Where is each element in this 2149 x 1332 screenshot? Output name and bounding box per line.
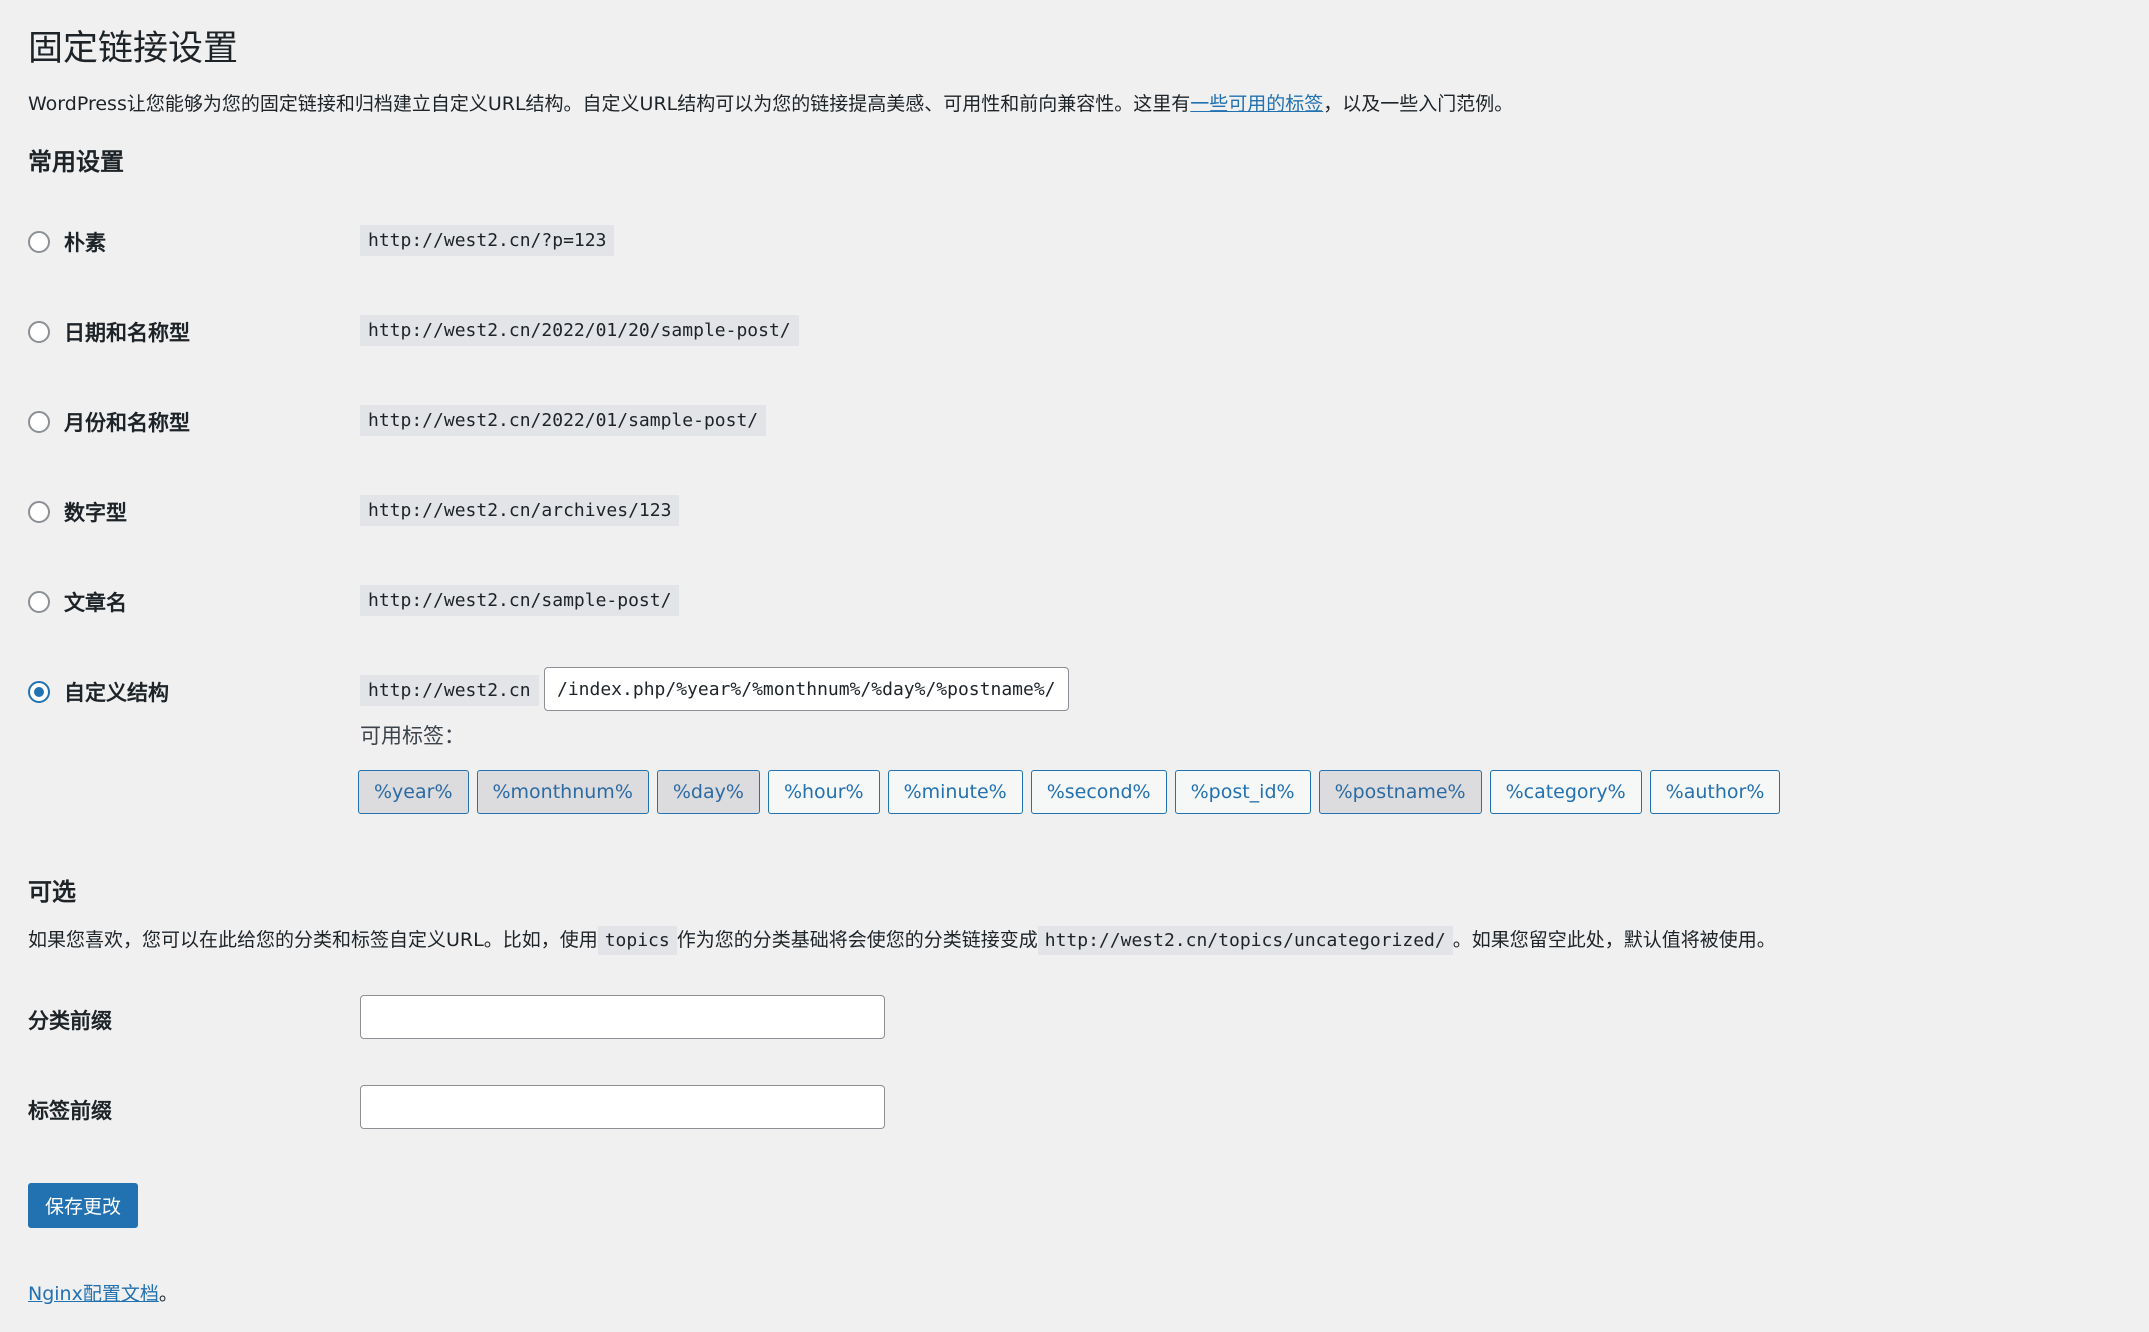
option-label: 文章名 <box>64 591 127 615</box>
tag-post-id-button[interactable]: %post_id% <box>1174 770 1311 814</box>
available-tags: %year% %monthnum% %day% %hour% %minute% … <box>358 770 1781 814</box>
example-url: http://west2.cn/archives/123 <box>360 495 680 526</box>
intro-text: WordPress让您能够为您的固定链接和归档建立自定义URL结构。自定义URL… <box>28 89 1513 116</box>
custom-base-url: http://west2.cn <box>360 675 539 706</box>
radio-post-name[interactable] <box>28 591 50 613</box>
category-base-input[interactable] <box>360 995 885 1039</box>
tag-category-button[interactable]: %category% <box>1489 770 1642 814</box>
available-tags-link[interactable]: 一些可用的标签 <box>1190 93 1323 115</box>
tag-monthnum-button[interactable]: %monthnum% <box>476 770 649 814</box>
example-url: http://west2.cn/2022/01/20/sample-post/ <box>360 315 799 346</box>
desc-part: 如果您喜欢，您可以在此给您的分类和标签自定义URL。比如，使用 <box>28 929 598 951</box>
available-tags-label: 可用标签： <box>360 724 465 748</box>
option-post-name[interactable]: 文章名 <box>28 582 127 622</box>
option-day-name[interactable]: 日期和名称型 <box>28 312 190 352</box>
desc-part: 。如果您留空此处，默认值将被使用。 <box>1452 929 1776 951</box>
category-base-label: 分类前缀 <box>28 1009 112 1033</box>
save-button[interactable]: 保存更改 <box>28 1183 139 1228</box>
custom-structure-input[interactable] <box>544 667 1069 711</box>
radio-month-name[interactable] <box>28 411 50 433</box>
option-label: 数字型 <box>64 501 127 525</box>
example-url: http://west2.cn/2022/01/sample-post/ <box>360 405 767 436</box>
option-plain[interactable]: 朴素 <box>28 222 106 262</box>
tag-base-input[interactable] <box>360 1085 885 1129</box>
desc-code: topics <box>597 926 677 955</box>
footer-after: 。 <box>158 1283 178 1305</box>
option-label: 月份和名称型 <box>64 411 190 435</box>
option-label: 朴素 <box>64 231 106 255</box>
tag-day-button[interactable]: %day% <box>656 770 760 814</box>
intro-before: WordPress让您能够为您的固定链接和归档建立自定义URL结构。自定义URL… <box>28 93 1191 115</box>
tag-author-button[interactable]: %author% <box>1649 770 1781 814</box>
example-url: http://west2.cn/?p=123 <box>360 225 615 256</box>
tag-hour-button[interactable]: %hour% <box>767 770 880 814</box>
common-settings-heading: 常用设置 <box>28 148 124 176</box>
option-month-name[interactable]: 月份和名称型 <box>28 402 190 442</box>
radio-plain[interactable] <box>28 231 50 253</box>
example-url: http://west2.cn/sample-post/ <box>360 585 680 616</box>
optional-heading: 可选 <box>28 878 76 906</box>
desc-code: http://west2.cn/topics/uncategorized/ <box>1037 926 1453 955</box>
intro-after: ，以及一些入门范例。 <box>1323 93 1514 115</box>
option-label: 自定义结构 <box>64 681 169 705</box>
option-custom[interactable]: 自定义结构 <box>28 672 169 712</box>
footer-text: Nginx配置文档。 <box>28 1279 178 1306</box>
desc-part: 作为您的分类基础将会使您的分类链接变成 <box>676 929 1038 951</box>
nginx-doc-link[interactable]: Nginx配置文档 <box>28 1283 159 1305</box>
option-numeric[interactable]: 数字型 <box>28 492 127 532</box>
radio-custom[interactable] <box>28 681 50 703</box>
tag-second-button[interactable]: %second% <box>1030 770 1167 814</box>
radio-day-name[interactable] <box>28 321 50 343</box>
tag-postname-button[interactable]: %postname% <box>1318 770 1482 814</box>
option-label: 日期和名称型 <box>64 321 190 345</box>
radio-numeric[interactable] <box>28 501 50 523</box>
tag-minute-button[interactable]: %minute% <box>887 770 1023 814</box>
optional-description: 如果您喜欢，您可以在此给您的分类和标签自定义URL。比如，使用 topics 作为您… <box>28 925 1776 955</box>
tag-base-label: 标签前缀 <box>28 1099 112 1123</box>
page-title: 固定链接设置 <box>28 29 239 69</box>
tag-year-button[interactable]: %year% <box>358 770 469 814</box>
